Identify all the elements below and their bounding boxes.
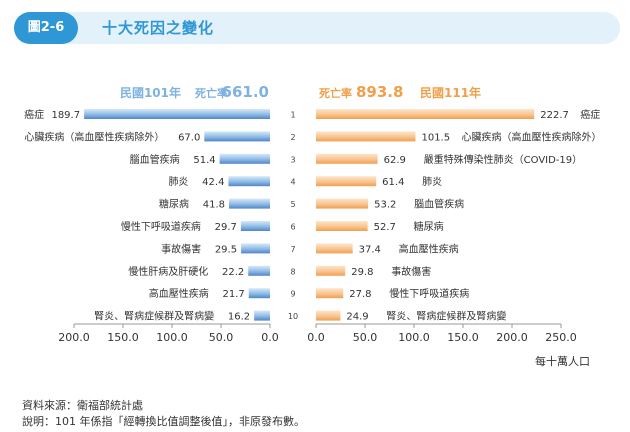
left-bar [84, 109, 271, 119]
right-bar [316, 176, 377, 187]
right-tick-label: 100.0 [398, 331, 430, 344]
right-year-label: 民國111年 [420, 85, 481, 100]
right-value-label: 62.9 [384, 155, 406, 166]
left-year-label: 民國101年 [120, 85, 181, 100]
rank-label: 8 [290, 267, 295, 276]
left-value-label: 21.7 [222, 289, 244, 300]
right-cause-label: 肺炎 [422, 176, 442, 188]
right-value-label: 24.9 [346, 312, 368, 323]
right-cause-label: 心臟疾病（高血壓性疾病除外） [461, 130, 601, 143]
right-bar [316, 198, 369, 209]
left-value-label: 51.4 [193, 155, 215, 166]
right-tick-label: 250.0 [545, 331, 577, 344]
right-cause-label: 高血壓性疾病 [399, 242, 459, 255]
notes: 資料來源：衛福部統計處 說明：101 年係指「經轉換比值調整後值」，非原發布數。 [22, 398, 305, 430]
left-cause-label: 腦血管疾病 [130, 153, 180, 166]
right-tick-label: 50.0 [353, 331, 378, 344]
rank-label: 4 [290, 178, 295, 187]
left-bar [219, 153, 270, 164]
left-cause-label: 慢性肝病及肝硬化 [128, 265, 208, 278]
right-rate-label: 死亡率 [319, 86, 352, 100]
left-value-label: 29.5 [215, 244, 237, 255]
right-cause-label: 慢性下呼吸道疾病 [389, 287, 469, 300]
right-tick-label: 150.0 [447, 331, 479, 344]
right-value-label: 61.4 [382, 177, 404, 188]
rank-label: 9 [290, 290, 295, 299]
left-value-label: 22.2 [222, 267, 244, 278]
left-value-label: 29.7 [215, 222, 237, 233]
rank-label: 10 [288, 312, 298, 321]
left-cause-label: 癌症 [24, 108, 44, 121]
rank-label: 7 [290, 245, 295, 254]
figure-page: 圖2-6 十大死因之變化 民國101年 死亡率 661.0 死亡率 893.8 民國111… [0, 0, 630, 432]
source-note: 資料來源：衛福部統計處 [22, 399, 143, 412]
left-cause-label: 事故傷害 [161, 242, 201, 255]
left-bar [240, 221, 270, 231]
left-value-label: 41.8 [203, 200, 225, 211]
right-rate-value: 893.8 [356, 83, 403, 101]
left-bar [229, 198, 270, 209]
right-bar [316, 243, 353, 254]
right-value-label: 52.7 [374, 222, 396, 233]
right-cause-label: 嚴重特殊傳染性肺炎（COVID-19） [424, 153, 583, 166]
explanation-note: 說明：101 年係指「經轉換比值調整後值」，非原發布數。 [22, 415, 305, 428]
rank-label: 1 [290, 111, 295, 120]
left-tick-label: 50.0 [209, 331, 234, 344]
left-cause-label: 心臟疾病（高血壓性疾病除外） [24, 130, 164, 143]
right-bar [316, 153, 378, 164]
right-value-label: 27.8 [349, 289, 371, 300]
left-value-label: 16.2 [228, 312, 250, 323]
left-tick-label: 100.0 [156, 331, 188, 344]
left-cause-label: 糖尿病 [159, 198, 189, 211]
left-rate-value: 661.0 [222, 83, 269, 101]
left-bar [248, 265, 270, 276]
left-cause-label: 腎炎、腎病症候群及腎病變 [94, 310, 214, 323]
right-cause-label: 腎炎、腎病症候群及腎病變 [386, 310, 506, 323]
left-value-label: 67.0 [178, 132, 200, 143]
right-value-label: 101.5 [421, 132, 450, 143]
right-tick-label: 200.0 [496, 331, 528, 344]
rank-label: 3 [290, 155, 295, 164]
left-value-label: 42.4 [202, 177, 224, 188]
right-tick-label: 0.0 [307, 331, 325, 344]
rank-label: 5 [290, 200, 295, 209]
left-bar [248, 288, 270, 299]
right-bar [316, 288, 344, 299]
rank-label: 2 [290, 133, 295, 142]
left-bar [228, 176, 270, 187]
left-bar [241, 243, 270, 254]
right-cause-label: 糖尿病 [414, 220, 444, 233]
left-value-label: 189.7 [51, 110, 80, 121]
right-cause-label: 癌症 [580, 108, 600, 121]
right-bar [316, 310, 341, 321]
right-bar [316, 265, 346, 276]
right-value-label: 222.7 [540, 110, 569, 121]
left-tick-label: 150.0 [107, 331, 139, 344]
right-cause-label: 事故傷害 [391, 265, 431, 278]
rank-label: 6 [290, 223, 295, 232]
right-value-label: 37.4 [359, 244, 381, 255]
right-value-label: 53.2 [374, 200, 396, 211]
left-tick-label: 200.0 [58, 331, 90, 344]
left-cause-label: 高血壓性疾病 [149, 287, 209, 300]
right-bar [316, 221, 368, 231]
right-value-label: 29.8 [351, 267, 373, 278]
left-cause-label: 肺炎 [168, 176, 188, 188]
unit-label: 每十萬人口 [535, 354, 590, 368]
right-cause-label: 腦血管疾病 [414, 198, 464, 211]
left-bar [204, 131, 270, 142]
right-bar [316, 131, 416, 142]
left-bar [254, 310, 270, 321]
left-tick-label: 0.0 [261, 331, 279, 344]
left-cause-label: 慢性下呼吸道疾病 [121, 220, 201, 233]
death-causes-chart: 民國101年 死亡率661.0 死亡率 893.8 民國111年189.7癌症 1 222.… [24, 83, 601, 368]
right-bar [316, 109, 535, 119]
